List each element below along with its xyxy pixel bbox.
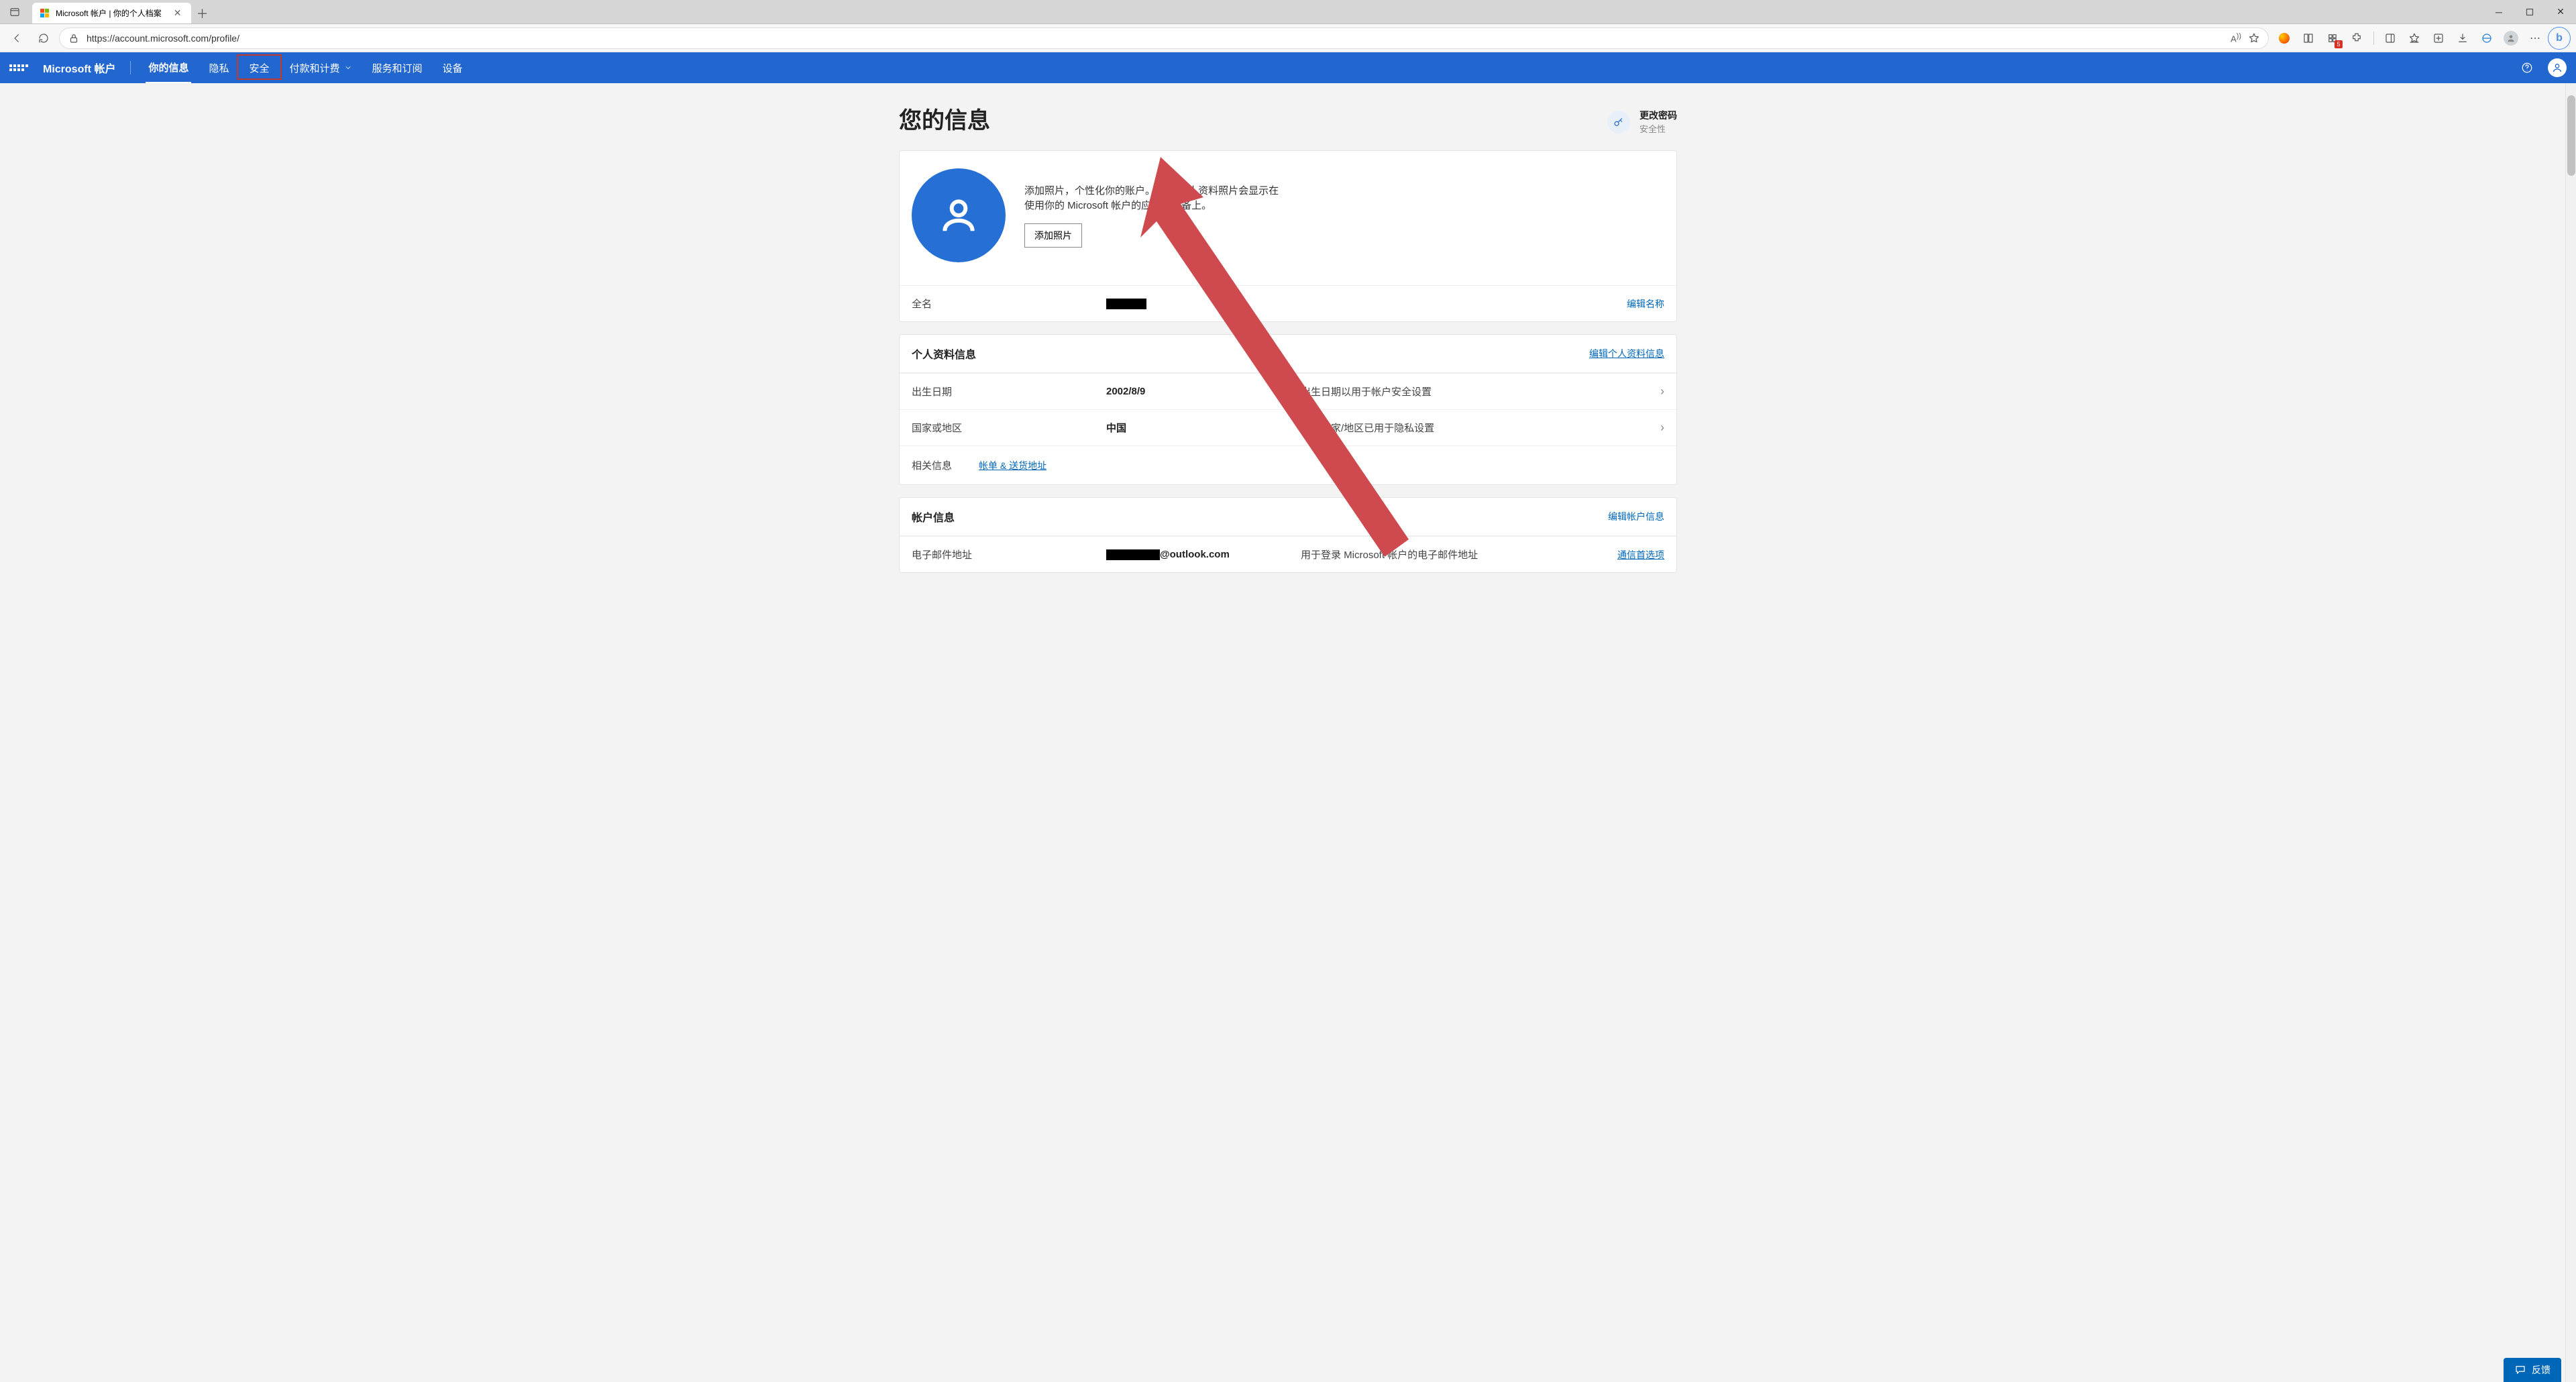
nav-item-payment-billing[interactable]: 付款和计费 [287, 52, 355, 83]
edit-name-link[interactable]: 编辑名称 [1584, 297, 1664, 311]
toolbar-divider [2369, 27, 2377, 50]
nav-refresh-button[interactable] [32, 27, 55, 50]
sidebar-split-icon[interactable] [2379, 27, 2402, 50]
change-password-title: 更改密码 [1640, 109, 1677, 122]
redacted-block [1106, 549, 1160, 560]
ie-mode-icon[interactable] [2475, 27, 2498, 50]
personal-info-title: 个人资料信息 [912, 346, 976, 362]
related-info-label: 相关信息 [912, 458, 979, 472]
browser-toolbar: A)) ⋯ b [0, 24, 2576, 52]
scrollbar-thumb[interactable] [2567, 95, 2575, 176]
window-controls: ─ ✕ [2483, 0, 2576, 23]
billing-shipping-link[interactable]: 帐单 & 送货地址 [979, 459, 1664, 472]
browser-tab-active[interactable]: Microsoft 帐户 | 你的个人档案 ✕ [32, 3, 191, 23]
browser-tabstrip: Microsoft 帐户 | 你的个人档案 ✕ ＋ ─ ✕ [0, 0, 2576, 24]
extensions-puzzle-icon[interactable] [2345, 27, 2368, 50]
profile-photo-desc: 添加照片，个性化你的账户。 你的个人资料照片会显示在使用你的 Microsoft… [1024, 184, 1279, 214]
lock-icon [68, 32, 80, 44]
read-aloud-icon[interactable]: A)) [2231, 32, 2241, 44]
bing-chat-button[interactable]: b [2548, 27, 2571, 50]
window-maximize-button[interactable] [2514, 0, 2545, 23]
new-tab-button[interactable]: ＋ [191, 3, 214, 23]
address-bar[interactable]: A)) [59, 28, 2269, 49]
country-value: 中国 [1106, 421, 1301, 435]
edit-personal-info-link[interactable]: 编辑个人资料信息 [1589, 347, 1664, 360]
window-close-button[interactable]: ✕ [2545, 0, 2576, 23]
nav-item-security[interactable]: 安全 [246, 52, 272, 83]
page-content: 您的信息 更改密码 安全性 添加照片，个性化你的账户。 你的个人资料照片 [899, 83, 1677, 612]
fullname-label: 全名 [912, 297, 1106, 311]
dob-value: 2002/8/9 [1106, 386, 1301, 397]
feedback-label: 反馈 [2532, 1363, 2551, 1377]
tab-actions-button[interactable] [0, 0, 30, 23]
communication-prefs-link[interactable]: 通信首选项 [1584, 548, 1664, 562]
key-icon [1607, 111, 1630, 134]
profile-avatar-button[interactable] [2500, 27, 2522, 50]
email-hint: 用于登录 Microsoft 帐户的电子邮件地址 [1301, 547, 1584, 562]
account-info-card: 帐户信息 编辑帐户信息 电子邮件地址 @outlook.com 用于登录 Mic… [899, 497, 1677, 573]
app-launcher-icon[interactable] [9, 64, 28, 71]
collections-plus-icon[interactable] [2427, 27, 2450, 50]
change-password-sub: 安全性 [1640, 124, 1666, 134]
window-minimize-button[interactable]: ─ [2483, 0, 2514, 23]
chevron-right-icon[interactable]: › [1640, 421, 1664, 435]
account-avatar-icon[interactable] [2548, 58, 2567, 77]
personal-info-card: 个人资料信息 编辑个人资料信息 出生日期 2002/8/9 出生日期以用于帐户安… [899, 334, 1677, 485]
nav-separator [130, 61, 131, 74]
change-password-shortcut[interactable]: 更改密码 安全性 [1607, 109, 1677, 136]
avatar-icon [2504, 31, 2518, 46]
brand-label[interactable]: Microsoft 帐户 [43, 60, 115, 76]
page-scroll-area[interactable]: 您的信息 更改密码 安全性 添加照片，个性化你的账户。 你的个人资料照片 [0, 83, 2576, 1382]
dob-hint: 出生日期以用于帐户安全设置 [1301, 384, 1640, 398]
email-value: @outlook.com [1106, 549, 1301, 560]
country-hint: 你的国家/地区已用于隐私设置 [1301, 421, 1640, 435]
tab-close-icon[interactable]: ✕ [174, 7, 182, 19]
extension-badge-icon[interactable] [2321, 27, 2344, 50]
nav-item-privacy[interactable]: 隐私 [206, 52, 231, 83]
nav-item-your-info[interactable]: 你的信息 [146, 52, 191, 83]
profile-avatar-placeholder [912, 168, 1006, 262]
profile-card: 添加照片，个性化你的账户。 你的个人资料照片会显示在使用你的 Microsoft… [899, 150, 1677, 322]
favorites-bar-star-icon[interactable] [2403, 27, 2426, 50]
nav-back-button[interactable] [5, 27, 28, 50]
email-label: 电子邮件地址 [912, 547, 1106, 562]
account-info-title: 帐户信息 [912, 509, 955, 525]
chevron-right-icon[interactable]: › [1640, 384, 1664, 398]
page-title: 您的信息 [899, 109, 990, 134]
scrollbar[interactable] [2565, 83, 2576, 1382]
favicon-microsoft-icon [40, 9, 49, 17]
help-icon[interactable] [2521, 62, 2533, 74]
dob-label: 出生日期 [912, 384, 1106, 398]
nav-item-devices[interactable]: 设备 [440, 52, 466, 83]
nav-item-services-subscriptions[interactable]: 服务和订阅 [370, 52, 425, 83]
redacted-block [1106, 299, 1146, 309]
feedback-button[interactable]: 反馈 [2504, 1358, 2561, 1382]
collections-icon[interactable] [2297, 27, 2320, 50]
more-menu-button[interactable]: ⋯ [2524, 27, 2546, 50]
ms-account-nav: Microsoft 帐户 你的信息 隐私 安全 付款和计费 服务和订阅 设备 [0, 52, 2576, 83]
edit-account-info-link[interactable]: 编辑帐户信息 [1608, 510, 1664, 523]
tab-title: Microsoft 帐户 | 你的个人档案 [56, 7, 162, 19]
add-photo-button[interactable]: 添加照片 [1024, 223, 1082, 248]
downloads-icon[interactable] [2451, 27, 2474, 50]
extension-bar: ⋯ b [2273, 27, 2571, 50]
favorite-star-icon[interactable] [2248, 32, 2260, 44]
extension-firefox-icon[interactable] [2273, 27, 2296, 50]
fullname-value [1106, 298, 1584, 309]
country-label: 国家或地区 [912, 421, 1106, 435]
url-input[interactable] [87, 33, 2224, 44]
